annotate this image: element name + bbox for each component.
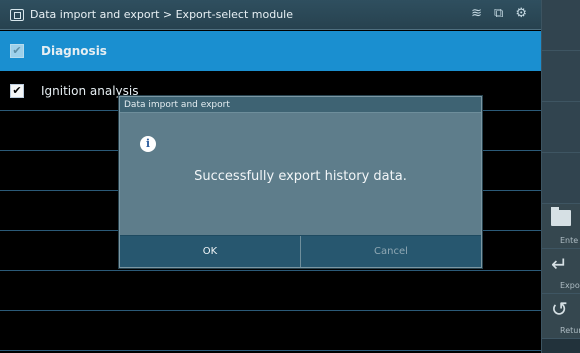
sidebar: Ente ↵ Expo ↺ Retur bbox=[541, 0, 580, 353]
enter-label: Ente bbox=[560, 236, 579, 245]
title-bar: Data import and export > Export-select m… bbox=[0, 0, 541, 30]
dialog-message: Successfully export history data. bbox=[194, 169, 407, 184]
list-item bbox=[0, 271, 541, 311]
cancel-button[interactable]: Cancel bbox=[301, 236, 481, 267]
return-icon: ↺ bbox=[551, 297, 568, 321]
dialog-title: Data import and export bbox=[120, 97, 481, 113]
folder-icon bbox=[551, 207, 571, 226]
breadcrumb: Data import and export > Export-select m… bbox=[30, 8, 293, 21]
home-icon[interactable] bbox=[10, 8, 24, 21]
list-item-diagnosis[interactable]: ✔ Diagnosis bbox=[0, 31, 541, 71]
return-label: Retur bbox=[560, 326, 580, 335]
enter-arrow-icon: ↵ bbox=[551, 252, 568, 276]
checkbox-diagnosis[interactable]: ✔ bbox=[10, 43, 24, 58]
settings-icon: ⚙ bbox=[515, 6, 527, 21]
ok-button[interactable]: OK bbox=[120, 236, 301, 267]
sidebar-slot bbox=[542, 102, 580, 153]
sidebar-slot bbox=[542, 153, 580, 204]
export-dialog: Data import and export i Successfully ex… bbox=[119, 96, 482, 268]
wifi-icon: ≋ bbox=[471, 6, 483, 21]
enter-button[interactable]: Ente bbox=[542, 204, 580, 249]
status-icons: ≋ ⧉ ⚙ bbox=[471, 6, 527, 21]
checkbox-ignition-analysis[interactable]: ✔ bbox=[10, 83, 24, 98]
list-item-label: Diagnosis bbox=[41, 43, 107, 58]
sidebar-slot bbox=[542, 0, 580, 51]
export-button[interactable]: ↵ Expo bbox=[542, 249, 580, 294]
return-button[interactable]: ↺ Retur bbox=[542, 294, 580, 339]
list-item bbox=[0, 311, 541, 351]
dialog-button-bar: OK Cancel bbox=[120, 235, 481, 267]
info-icon: i bbox=[140, 136, 156, 152]
connection-icon: ⧉ bbox=[494, 6, 504, 21]
export-label: Expo bbox=[560, 281, 580, 290]
sidebar-slot bbox=[542, 51, 580, 102]
